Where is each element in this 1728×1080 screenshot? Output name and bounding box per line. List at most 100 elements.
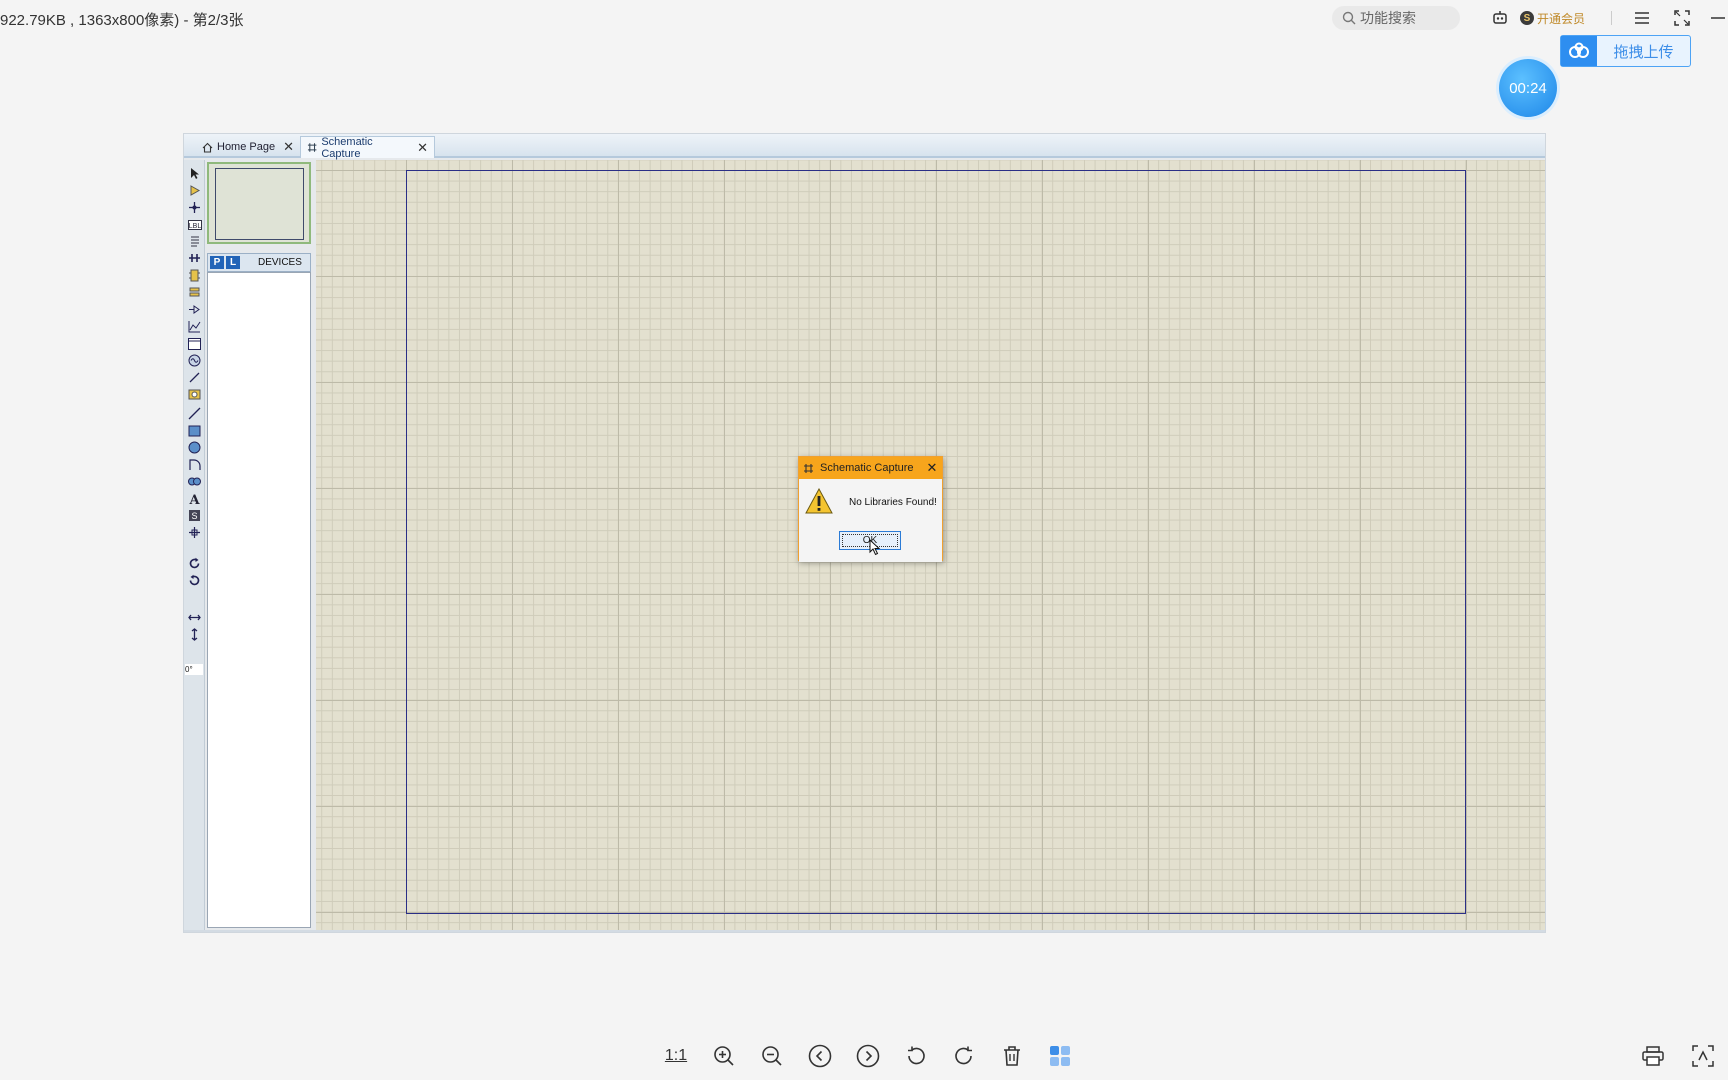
scan-icon <box>1692 1045 1714 1067</box>
selection-mode-tool[interactable] <box>187 166 202 181</box>
devices-list[interactable] <box>207 272 311 928</box>
arc-tool[interactable] <box>187 457 202 472</box>
graph-icon <box>188 321 201 333</box>
symbol-tool[interactable]: S <box>187 508 202 523</box>
rotate-left-button[interactable] <box>892 1043 940 1069</box>
overview-window[interactable] <box>207 162 311 244</box>
zoom-in-button[interactable] <box>700 1043 748 1069</box>
tab-label: Schematic Capture <box>321 135 373 160</box>
next-image-button[interactable] <box>844 1043 892 1069</box>
probe-icon <box>189 372 200 383</box>
menu-button[interactable] <box>1628 6 1656 30</box>
screenshot-ocr-button[interactable] <box>1678 1043 1728 1069</box>
library-manager-button[interactable]: L <box>226 256 240 269</box>
graph-mode-tool[interactable] <box>187 319 202 334</box>
mirror-horizontal-button[interactable] <box>187 610 202 625</box>
terminals-tool[interactable] <box>187 285 202 300</box>
box-icon <box>188 425 201 436</box>
device-pins-tool[interactable] <box>187 302 202 317</box>
text-icon: A <box>188 493 200 505</box>
junction-dot-tool[interactable] <box>187 200 202 215</box>
close-tab-icon[interactable]: ✕ <box>283 139 294 155</box>
robot-assistant-button[interactable] <box>1486 6 1514 30</box>
rotate-left-icon <box>908 1046 925 1065</box>
rotate-clockwise-button[interactable] <box>187 556 202 571</box>
mouse-cursor-icon <box>869 539 881 556</box>
schematic-icon <box>804 463 813 473</box>
circle-tool[interactable] <box>187 440 202 455</box>
print-button[interactable] <box>1628 1043 1678 1069</box>
zoom-out-button[interactable] <box>748 1043 796 1069</box>
chevron-right-icon <box>856 1044 880 1068</box>
previous-image-button[interactable] <box>796 1043 844 1069</box>
box-tool[interactable] <box>187 423 202 438</box>
flip-vertical-icon <box>191 628 198 641</box>
svg-text:LBL: LBL <box>188 223 201 230</box>
text-script-tool[interactable] <box>187 234 202 249</box>
component-mode-tool[interactable] <box>187 183 202 198</box>
rotation-angle-field[interactable]: 0° <box>185 664 203 675</box>
circle-icon <box>188 441 201 454</box>
dialog-close-icon[interactable]: ✕ <box>922 460 942 476</box>
minimize-icon <box>1711 17 1725 19</box>
drag-upload-button[interactable]: 拖拽上传 <box>1560 35 1691 67</box>
svg-text:S: S <box>191 511 197 521</box>
search-placeholder: 功能搜索 <box>1359 10 1416 26</box>
tab-bar: Home Page ✕ Schematic Capture ✕ <box>184 134 1545 160</box>
robot-icon <box>1493 11 1507 24</box>
generator-icon <box>188 354 201 367</box>
warning-icon <box>805 488 833 514</box>
vip-button[interactable]: S 开通会员 <box>1519 10 1585 27</box>
mirror-vertical-button[interactable] <box>187 627 202 642</box>
trash-icon <box>1004 1046 1020 1066</box>
thumbnail-grid-button[interactable] <box>1036 1043 1084 1069</box>
path-icon <box>188 477 201 486</box>
viewer-bottom-right-controls <box>1628 1043 1728 1069</box>
line-icon <box>188 407 201 420</box>
fullscreen-icon <box>1674 10 1690 26</box>
junction-icon <box>189 202 200 213</box>
subcircuit-tool[interactable] <box>187 268 202 283</box>
pick-devices-button[interactable]: P <box>210 256 224 269</box>
zoom-in-icon <box>714 1046 734 1066</box>
marker-tool[interactable] <box>187 525 202 540</box>
devices-header: P L DEVICES <box>207 253 311 272</box>
instrument-icon <box>188 389 201 400</box>
line-tool[interactable] <box>187 406 202 421</box>
tab-home-page[interactable]: Home Page ✕ <box>196 136 300 158</box>
text-tool[interactable]: A <box>187 491 202 506</box>
upload-label: 拖拽上传 <box>1613 43 1674 61</box>
buses-tool[interactable] <box>187 251 202 266</box>
close-tab-icon[interactable]: ✕ <box>417 140 428 156</box>
divider <box>1611 11 1612 25</box>
tape-recorder-tool[interactable] <box>187 336 202 351</box>
vip-coin-icon: S <box>1519 11 1534 25</box>
function-search-input[interactable]: 功能搜索 <box>1331 6 1460 30</box>
dialog-title-bar[interactable]: Schematic Capture ✕ <box>799 457 942 479</box>
proteus-screenshot: Home Page ✕ Schematic Capture ✕ LBL A S <box>183 133 1546 933</box>
generator-tool[interactable] <box>187 353 202 368</box>
fullscreen-button[interactable] <box>1668 6 1696 30</box>
rotate-anticlockwise-button[interactable] <box>187 573 202 588</box>
dialog-message: No Libraries Found! <box>849 497 937 508</box>
dialog-body: No Libraries Found! OK <box>799 479 942 562</box>
voltage-probe-tool[interactable] <box>187 370 202 385</box>
viewer-top-right-controls: 功能搜索 S 开通会员 <box>1331 6 1728 30</box>
tool-strip: LBL A S 0° <box>184 160 205 930</box>
virtual-instruments-tool[interactable] <box>187 387 202 402</box>
chevron-left-icon <box>808 1044 832 1068</box>
tape-icon <box>188 337 201 350</box>
pointer-icon <box>190 168 199 179</box>
rotate-right-button[interactable] <box>940 1043 988 1069</box>
wire-label-tool[interactable]: LBL <box>187 217 202 232</box>
actual-size-button[interactable]: 1:1 <box>652 1043 700 1069</box>
home-icon <box>202 142 213 153</box>
svg-text:A: A <box>188 493 200 505</box>
tab-schematic-capture[interactable]: Schematic Capture ✕ <box>300 135 435 160</box>
recording-timer[interactable]: 00:24 <box>1499 59 1557 117</box>
delete-button[interactable] <box>988 1043 1036 1069</box>
rotate-right-icon <box>955 1046 972 1065</box>
minimize-button[interactable] <box>1708 6 1728 30</box>
dialog-title: Schematic Capture <box>820 462 914 474</box>
path-tool[interactable] <box>187 474 202 489</box>
